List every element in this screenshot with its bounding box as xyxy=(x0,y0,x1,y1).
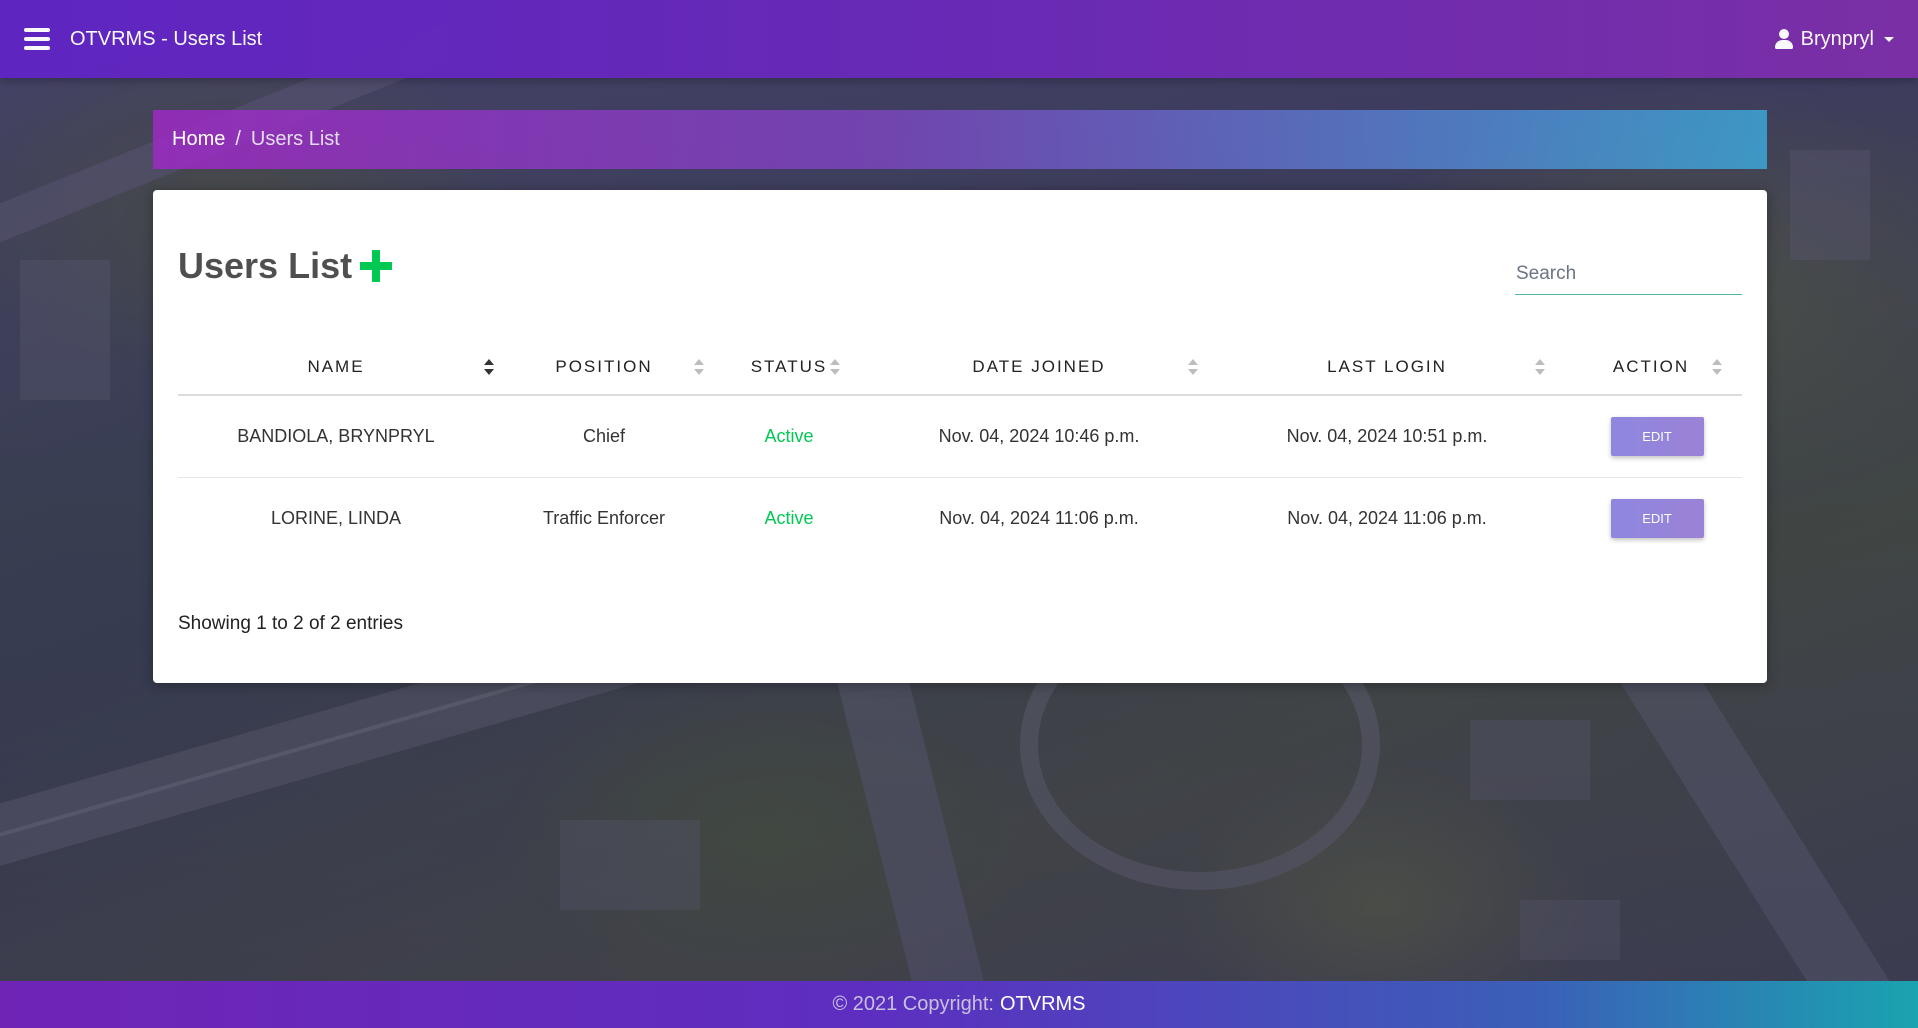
breadcrumb: Home / Users List xyxy=(153,110,1767,169)
cell-date-joined: Nov. 04, 2024 10:46 p.m. xyxy=(864,395,1214,478)
column-header-last-login[interactable]: LAST LOGIN xyxy=(1214,340,1560,396)
search-input[interactable] xyxy=(1515,253,1742,295)
user-name: Brynpryl xyxy=(1800,27,1874,50)
cell-last-login: Nov. 04, 2024 11:06 p.m. xyxy=(1287,507,1487,528)
cell-date-joined: Nov. 04, 2024 11:06 p.m. xyxy=(939,507,1139,528)
breadcrumb-separator: / xyxy=(235,128,241,150)
cell-position: Traffic Enforcer xyxy=(542,507,666,528)
users-table: NAME POSITION STATUS DATE JOINED LAST LO… xyxy=(178,340,1742,559)
breadcrumb-home-link[interactable]: Home xyxy=(172,128,225,151)
sort-ascending-icon xyxy=(484,359,494,375)
sort-icon xyxy=(1188,359,1198,375)
column-header-status[interactable]: STATUS xyxy=(714,340,864,396)
table-entries-info: Showing 1 to 2 of 2 entries xyxy=(178,613,403,634)
cell-status: Active xyxy=(714,395,864,478)
cell-name: BANDIOLA, BRYNPRYL xyxy=(178,395,494,478)
user-menu-dropdown[interactable]: Brynpryl xyxy=(1774,27,1894,51)
table-row: BANDIOLA, BRYNPRYL Chief Active Nov. 04,… xyxy=(178,395,1742,478)
edit-button[interactable]: EDIT xyxy=(1610,416,1704,456)
column-header-date-joined[interactable]: DATE JOINED xyxy=(864,340,1214,396)
column-header-position[interactable]: POSITION xyxy=(494,340,714,396)
page-title-text: Users List xyxy=(178,245,353,286)
hamburger-menu-icon[interactable] xyxy=(24,28,50,50)
add-user-plus-icon[interactable] xyxy=(360,250,393,282)
chevron-down-icon xyxy=(1884,36,1894,42)
table-row: LORINE, LINDA Traffic Enforcer Active No… xyxy=(178,477,1742,559)
cell-action: EDIT xyxy=(1560,477,1742,559)
sort-icon xyxy=(1535,359,1545,375)
sort-icon xyxy=(830,359,840,375)
table-header-row: NAME POSITION STATUS DATE JOINED LAST LO… xyxy=(178,340,1742,396)
edit-button[interactable]: EDIT xyxy=(1610,498,1704,538)
footer: © 2021 Copyright: OTVRMS xyxy=(0,981,1918,1028)
sort-icon xyxy=(694,359,704,375)
cell-action: EDIT xyxy=(1560,395,1742,478)
sort-icon xyxy=(1712,359,1722,375)
app-title: OTVRMS - Users List xyxy=(70,27,263,50)
cell-last-login: Nov. 04, 2024 10:51 p.m. xyxy=(1214,395,1560,478)
user-icon xyxy=(1774,29,1793,49)
breadcrumb-current: Users List xyxy=(250,128,340,150)
cell-name: LORINE, LINDA xyxy=(270,507,402,528)
page-title: Users List xyxy=(178,245,393,287)
users-list-card: Users List NAME POSITION STATUS DATE xyxy=(153,190,1767,683)
footer-copyright: © 2021 Copyright: xyxy=(832,993,994,1015)
column-header-action[interactable]: ACTION xyxy=(1560,340,1742,396)
top-navbar: OTVRMS - Users List Brynpryl xyxy=(0,0,1918,78)
footer-brand-link[interactable]: OTVRMS xyxy=(1000,993,1086,1016)
column-header-name[interactable]: NAME xyxy=(178,340,494,396)
cell-status: Active xyxy=(764,507,814,528)
cell-position: Chief xyxy=(494,395,714,478)
